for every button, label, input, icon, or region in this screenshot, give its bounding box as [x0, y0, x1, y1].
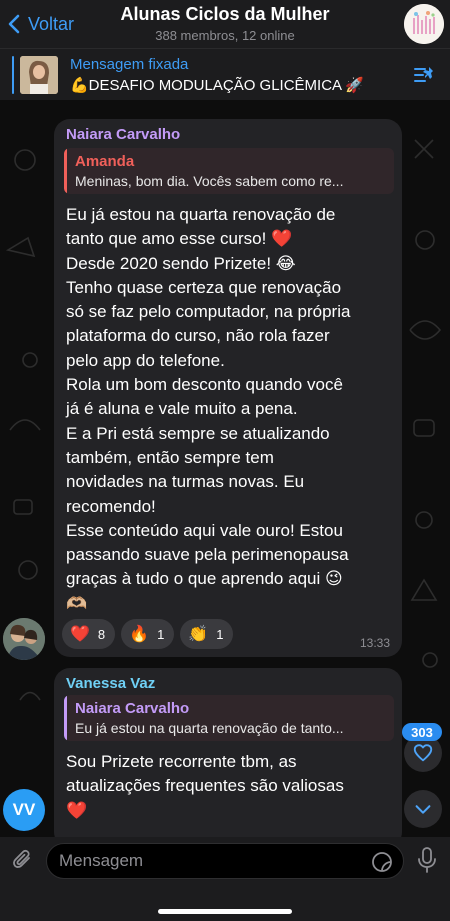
- sender-name[interactable]: Vanessa Vaz: [66, 675, 155, 692]
- message-line: só se faz pelo computador, na própria: [66, 302, 351, 322]
- sender-avatar-initials[interactable]: VV: [3, 789, 45, 831]
- message-line: Desde 2020 sendo Prizete! 😂: [66, 253, 296, 273]
- pin-list-icon[interactable]: [412, 63, 436, 87]
- sender-avatar[interactable]: [3, 618, 45, 660]
- group-logo-icon: [404, 4, 444, 44]
- chat-subtitle: 388 membros, 12 online: [155, 28, 295, 43]
- chat-title: Alunas Ciclos da Mulher: [120, 4, 330, 24]
- fire-emoji: 🔥: [129, 626, 150, 643]
- message-bubble[interactable]: Vanessa Vaz Naiara Carvalho Eu já estou …: [54, 668, 402, 837]
- back-button[interactable]: Voltar: [8, 12, 74, 36]
- message-line: 🫶🏼: [66, 593, 88, 613]
- message-list[interactable]: Naiara Carvalho Amanda Meninas, bom dia.…: [0, 100, 450, 837]
- sticker-icon[interactable]: [371, 851, 393, 873]
- back-label: Voltar: [28, 13, 75, 34]
- reply-author: Naiara Carvalho: [75, 700, 190, 717]
- message-line: já é aluna e vale muito a pena.: [66, 399, 298, 419]
- message-line: novidades na turmas novas. Eu: [66, 472, 305, 492]
- chevron-down-icon: [415, 805, 431, 814]
- reply-bar: [64, 695, 67, 741]
- message-text: Eu já estou na quarta renovação de tanto…: [66, 203, 396, 616]
- home-indicator: [158, 909, 292, 914]
- reply-text: Meninas, bom dia. Vocês sabem como re...: [75, 173, 344, 189]
- reply-quote[interactable]: Amanda Meninas, bom dia. Vocês sabem com…: [64, 148, 394, 194]
- pinned-indicator: [12, 56, 14, 94]
- group-avatar[interactable]: [404, 4, 444, 44]
- message-line: graças à tudo o que aprendo aqui 😉: [66, 569, 343, 589]
- message-composer: [0, 837, 450, 921]
- message-line: também, então sempre tem: [66, 447, 274, 467]
- chat-header: Voltar Alunas Ciclos da Mulher 388 membr…: [0, 0, 450, 48]
- message-time: 13:33: [359, 636, 390, 650]
- reply-quote[interactable]: Naiara Carvalho Eu já estou na quarta re…: [64, 695, 394, 741]
- reaction-count: 8: [97, 626, 106, 642]
- reply-text: Eu já estou na quarta renovação de tanto…: [75, 720, 344, 736]
- message-text: Sou Prizete recorrente tbm, as atualizaç…: [66, 750, 396, 823]
- message-line: pelo app do telefone.: [66, 350, 225, 370]
- pinned-message-bar[interactable]: Mensagem fixada 💪DESAFIO MODULAÇÃO GLICÊ…: [0, 48, 450, 100]
- reactions-count-badge: 303: [402, 723, 442, 741]
- clap-emoji: 👏: [188, 626, 209, 643]
- heart-icon: [413, 744, 433, 762]
- message-input[interactable]: [59, 844, 349, 878]
- pinned-text: 💪DESAFIO MODULAÇÃO GLICÊMICA 🚀: [70, 77, 365, 94]
- message-line: Tenho quase certeza que renovação: [66, 277, 342, 297]
- message-line: Eu já estou na quarta renovação de: [66, 205, 336, 224]
- message-input-wrapper: [46, 843, 404, 879]
- reaction-count: 1: [216, 626, 224, 642]
- reply-author: Amanda: [75, 153, 135, 170]
- chevron-left-icon: [8, 14, 20, 34]
- reply-bar: [64, 148, 67, 194]
- message-line: E a Pri está sempre se atualizando: [66, 423, 330, 443]
- message-line: recomendo!: [66, 496, 156, 516]
- message-line: passando suave pela perimenopausa: [66, 545, 349, 565]
- microphone-icon[interactable]: [414, 846, 440, 874]
- paperclip-icon[interactable]: [10, 847, 36, 873]
- reactions-row: ❤️ 8 🔥 1 👏 1: [62, 619, 234, 649]
- message-line: atualizações frequentes são valiosas: [66, 776, 344, 796]
- message-line: Esse conteúdo aqui vale ouro! Estou: [66, 520, 343, 540]
- reaction-clap[interactable]: 👏 1: [180, 619, 234, 649]
- message-line: Sou Prizete recorrente tbm, as: [66, 752, 297, 771]
- message-line: Rola um bom desconto quando você: [66, 375, 343, 395]
- reaction-count: 1: [157, 626, 165, 642]
- scroll-down-button[interactable]: [404, 790, 442, 828]
- message-line: tanto que amo esse curso! ❤️: [66, 229, 293, 249]
- chat-title-area[interactable]: Alunas Ciclos da Mulher 388 membros, 12 …: [90, 4, 360, 43]
- pinned-thumbnail: [20, 56, 58, 94]
- message-line: plataforma do curso, não rola fazer: [66, 326, 330, 346]
- reaction-heart[interactable]: ❤️ 8: [62, 619, 116, 649]
- pinned-title: Mensagem fixada: [70, 56, 189, 73]
- message-line: ❤️: [66, 800, 88, 820]
- sender-name[interactable]: Naiara Carvalho: [66, 126, 180, 143]
- message-bubble[interactable]: Naiara Carvalho Amanda Meninas, bom dia.…: [54, 119, 402, 657]
- heart-emoji: ❤️: [70, 626, 90, 643]
- reaction-fire[interactable]: 🔥 1: [121, 619, 175, 649]
